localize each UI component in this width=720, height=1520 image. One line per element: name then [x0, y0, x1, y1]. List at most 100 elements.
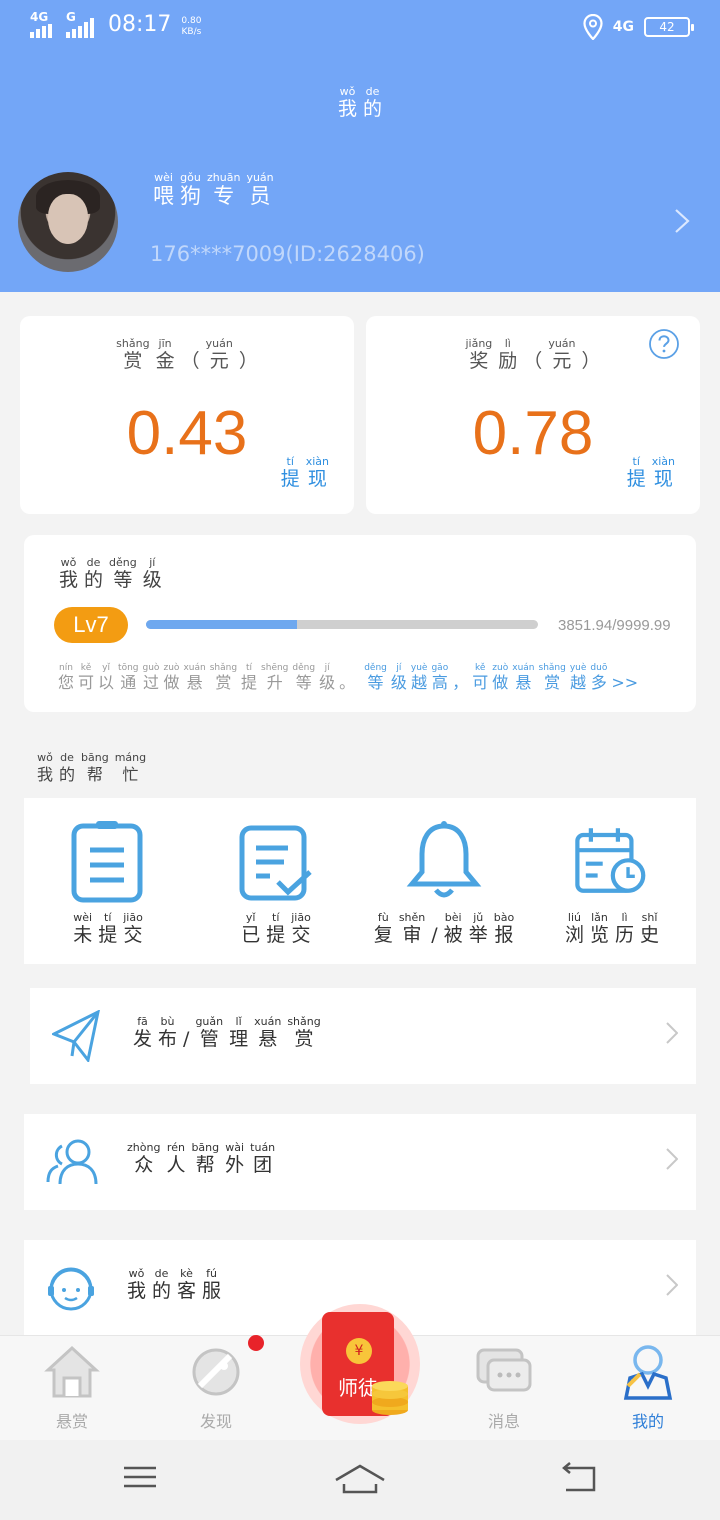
pinyin-char: jí 级 — [390, 663, 407, 692]
nav-messages[interactable]: 消息 — [432, 1336, 576, 1441]
pinyin-char: kě 可 — [472, 663, 489, 692]
pinyin-char: liú 浏 — [564, 911, 584, 947]
label-text: wèi 未 tí 提 jiāo 交 — [70, 912, 146, 947]
avatar[interactable] — [18, 172, 118, 272]
nav-discover[interactable]: 发现 — [144, 1336, 288, 1441]
header: 4G G 08:17 0.80 KB/s 4G 42 wǒ 我 de 的 wèi 喂 gǒ… — [0, 0, 720, 292]
clock: 08:17 — [108, 12, 172, 37]
pinyin-char: bāng 帮 — [191, 1141, 220, 1177]
pinyin-char: （ — [523, 350, 543, 372]
pinyin-char: shǎng 赏 — [287, 1015, 321, 1051]
pinyin-char: bèi 被 — [443, 911, 463, 947]
pinyin-char: tí 提 — [280, 455, 300, 491]
username[interactable]: wèi 喂 gǒu 狗 zhuān 专 yuán 员 — [150, 172, 277, 209]
nav-bounty[interactable]: 悬赏 — [0, 1336, 144, 1441]
network-type-2: G — [66, 10, 76, 24]
level-progress-bar — [146, 620, 538, 629]
menu-icon[interactable] — [122, 1462, 158, 1492]
pinyin-char: fù 复 — [373, 911, 393, 947]
level-tip-link[interactable]: děng 等 jí 级 yuè 越 gāo 高 ， kě 可 zuò 做 xuán 悬 shǎng 赏 yuè 越… — [362, 663, 640, 692]
pinyin-char: děng 等 — [109, 556, 137, 592]
pinyin-char: guǎn 管 — [195, 1015, 224, 1051]
browse-history-label: liú 浏 lǎn 览 lì 历 shǐ 史 — [528, 911, 696, 947]
pinyin-char: xiàn 现 — [651, 455, 675, 491]
review-report-item[interactable]: fù 复 shěn 审 / bèi 被 jǔ 举 bào 报 — [360, 798, 528, 964]
pinyin-char: gǒu 狗 — [180, 171, 201, 209]
pinyin-char: tí 提 — [626, 455, 646, 491]
nav-mine[interactable]: 我的 — [576, 1336, 720, 1441]
submitted-label: yǐ 已 tí 提 jiāo 交 — [192, 911, 360, 947]
nav-bounty-label: 悬赏 — [55, 1412, 88, 1431]
pinyin-char: bāng 帮 — [81, 751, 109, 785]
chevron-right-icon — [666, 1022, 678, 1044]
pinyin-char: ） — [581, 350, 601, 372]
chevron-right-icon[interactable] — [674, 208, 690, 234]
pinyin-char: de 的 — [152, 1267, 172, 1303]
master-apprentice-button[interactable]: ¥ 师徒 — [300, 1304, 420, 1424]
status-bar: 4G G 08:17 0.80 KB/s 4G 42 — [0, 0, 720, 56]
nav-messages-label: 消息 — [487, 1412, 520, 1431]
pinyin-char: zuò 做 — [492, 663, 509, 692]
pinyin-char: rén 人 — [166, 1141, 186, 1177]
reward-withdraw-link[interactable]: tí 提 xiàn 现 — [624, 455, 678, 491]
back-icon[interactable] — [560, 1462, 598, 1494]
pinyin-char: wǒ 我 — [59, 556, 79, 592]
level-progress-text: 3851.94/9999.99 — [558, 617, 671, 634]
pinyin-char: tí 提 — [98, 911, 118, 947]
unsubmitted-item[interactable]: wèi 未 tí 提 jiāo 交 — [24, 798, 192, 964]
pinyin-char: de 的 — [59, 751, 76, 785]
pinyin-char: tí 提 — [266, 911, 286, 947]
pinyin-char: wèi 喂 — [153, 171, 174, 209]
bounty-label-text: shǎng 赏 jīn 金 （yuán 元 ） — [113, 338, 261, 373]
crowd-help-team-label: zhòng 众 rén 人 bāng 帮 wài 外 tuán 团 — [124, 1141, 278, 1177]
planet-icon — [192, 1348, 240, 1396]
home-button-icon[interactable] — [334, 1462, 386, 1496]
pinyin-char: jí 级 — [319, 663, 336, 692]
publish-manage-bounty-row[interactable]: fā 发 bù 布 / guǎn 管 lǐ 理 xuán 悬 shǎng 赏 — [30, 988, 696, 1084]
bounty-card[interactable]: shǎng 赏 jīn 金 （yuán 元 ） 0.43 tí 提 xiàn 现 — [20, 316, 354, 514]
group-icon — [46, 1139, 98, 1185]
pinyin-char: zhòng 众 — [127, 1141, 161, 1177]
chat-icon — [476, 1348, 532, 1392]
pinyin-char: guò 过 — [142, 663, 160, 692]
label-text: fā 发 bù 布 / guǎn 管 lǐ 理 xuán 悬 shǎng 赏 — [130, 1016, 324, 1051]
notification-dot — [248, 1335, 264, 1351]
chevron-right-icon — [666, 1148, 678, 1170]
reward-card[interactable]: jiǎng 奖 lì 励 （yuán 元 ） 0.78 tí 提 xiàn 现 — [366, 316, 700, 514]
pinyin-char: lì 励 — [498, 337, 518, 373]
submitted-item[interactable]: yǐ 已 tí 提 jiāo 交 — [192, 798, 360, 964]
browse-history-item[interactable]: liú 浏 lǎn 览 lì 历 shǐ 史 — [528, 798, 696, 964]
level-card[interactable]: wǒ 我 de 的 děng 等 jí 级 Lv7 3851.94/9999.99 nín 您 k… — [24, 535, 696, 712]
speed-unit: KB/s — [181, 27, 202, 37]
pinyin-char: shēng 升 — [261, 663, 289, 692]
withdraw-text: tí 提 xiàn 现 — [278, 456, 332, 491]
pinyin-char: kě 可 — [78, 663, 95, 692]
pinyin-char: wǒ 我 — [127, 1267, 147, 1303]
pinyin-char: shǐ 史 — [640, 911, 660, 947]
system-nav-bar — [0, 1440, 720, 1520]
pinyin-char: nín 您 — [58, 663, 75, 692]
pinyin-char: zuò 做 — [163, 663, 180, 692]
pinyin-char: yuán 元 — [548, 337, 576, 373]
pinyin-char: lì 历 — [615, 911, 635, 947]
pinyin-char: 。 — [339, 673, 356, 692]
calendar-clock-icon — [575, 828, 646, 893]
pinyin-char: ） — [238, 350, 258, 372]
pinyin-char: yuè 越 — [569, 663, 587, 692]
pinyin-char: / — [183, 1028, 190, 1050]
pinyin-char: xuán 悬 — [254, 1015, 282, 1051]
publish-manage-bounty-label: fā 发 bù 布 / guǎn 管 lǐ 理 xuán 悬 shǎng 赏 — [130, 1016, 324, 1051]
network-speed: 0.80 KB/s — [181, 16, 201, 38]
pinyin-char: xuán 悬 — [183, 663, 206, 692]
username-text: wèi 喂 gǒu 狗 zhuān 专 yuán 员 — [150, 172, 277, 209]
pinyin-char: wèi 未 — [73, 911, 93, 947]
crowd-help-team-row[interactable]: zhòng 众 rén 人 bāng 帮 wài 外 tuán 团 — [24, 1114, 696, 1210]
bounty-withdraw-link[interactable]: tí 提 xiàn 现 — [278, 456, 332, 491]
my-help-title: wǒ 我 de 的 bāng 帮 máng 忙 — [34, 752, 149, 786]
level-title-text: wǒ 我 de 的 děng 等 jí 级 — [56, 557, 165, 592]
pinyin-char: / — [431, 924, 438, 946]
label-text: wǒ 我 de 的 kè 客 fú 服 — [124, 1268, 224, 1303]
pinyin-char: de 的 — [363, 85, 383, 121]
pinyin-char: lǎn 览 — [589, 911, 609, 947]
pinyin-char: jiāo 交 — [291, 911, 311, 947]
